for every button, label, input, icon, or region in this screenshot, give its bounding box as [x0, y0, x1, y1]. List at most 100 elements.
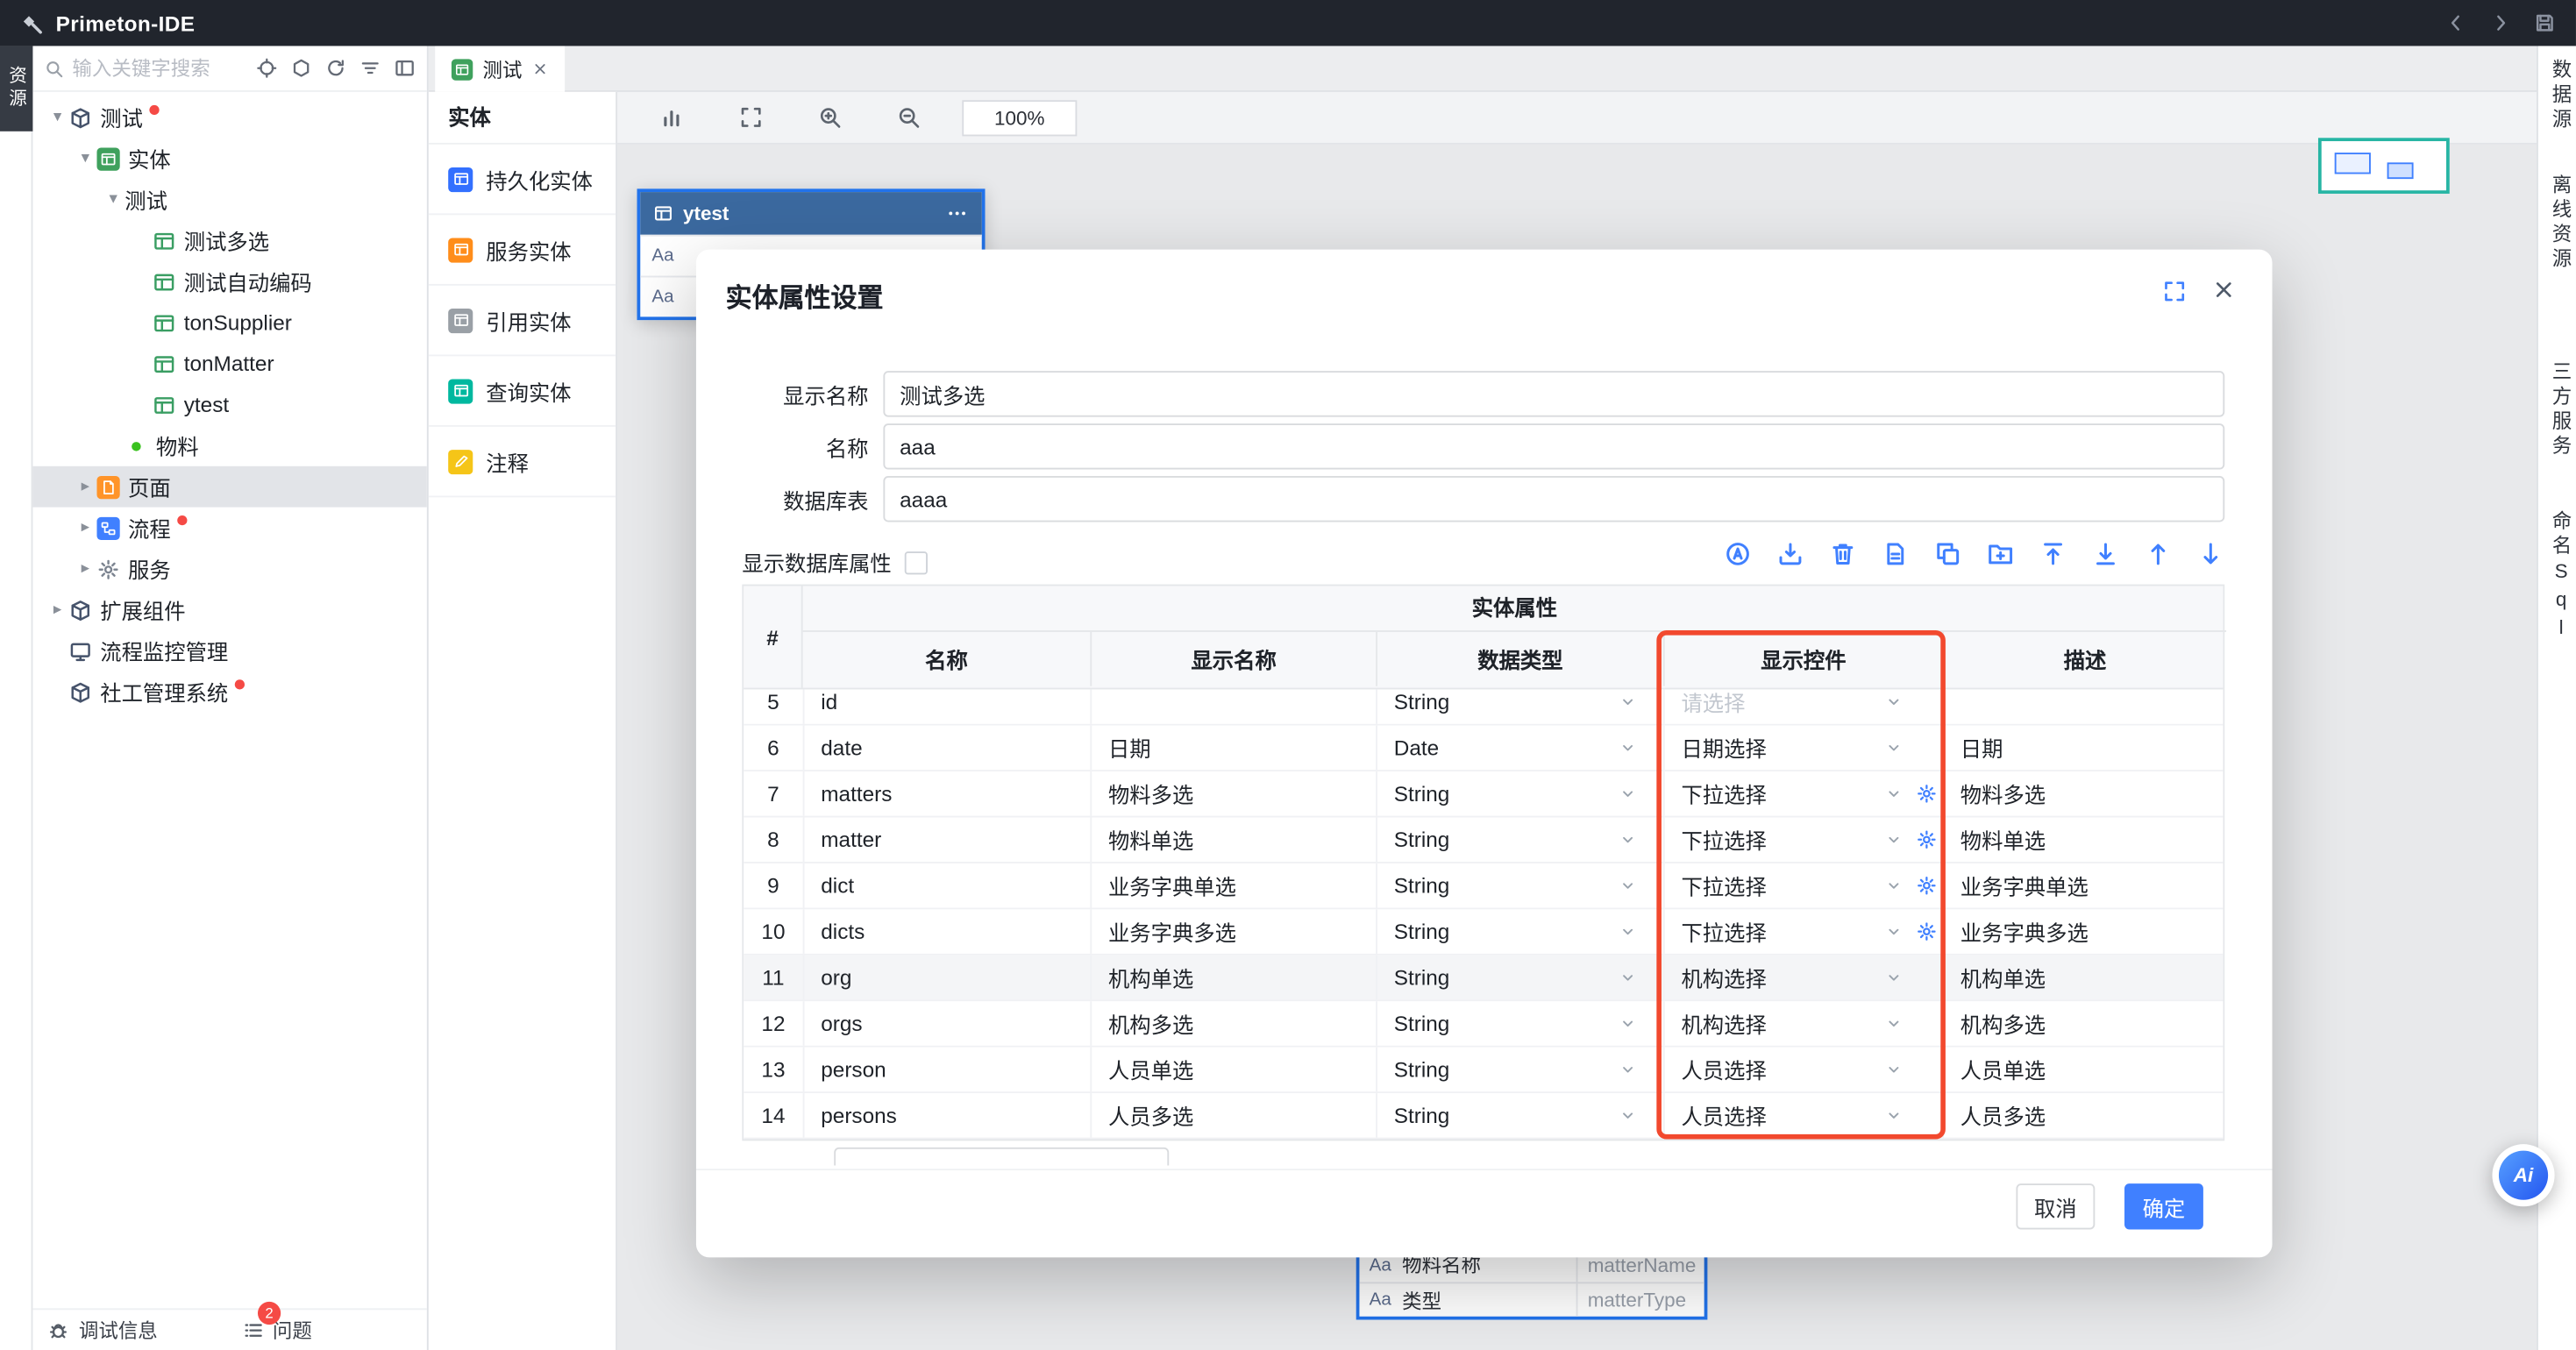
zoom-out-icon[interactable] — [896, 105, 921, 130]
dock-tab-1[interactable]: 离线资源 — [2548, 174, 2576, 272]
zoom-level[interactable]: 100% — [962, 99, 1077, 135]
layout-icon[interactable] — [394, 58, 415, 79]
caret-down-icon[interactable]: ▾ — [102, 190, 125, 209]
prop-name-cell[interactable]: date — [803, 726, 1091, 771]
prop-type-select[interactable]: String — [1376, 689, 1663, 723]
property-row[interactable]: 7 matters 物料多选 String 下拉选择 物料多选 — [744, 771, 2223, 817]
caret-down-icon[interactable]: ▾ — [74, 149, 96, 167]
display-name-input[interactable] — [883, 371, 2224, 416]
prop-type-select[interactable]: String — [1376, 863, 1663, 908]
refresh-icon[interactable] — [325, 58, 346, 79]
tree-item[interactable]: tonMatter — [32, 343, 426, 384]
prop-name-cell[interactable]: person — [803, 1048, 1091, 1092]
prop-name-cell[interactable]: dicts — [803, 909, 1091, 954]
move-up-icon[interactable] — [2144, 540, 2172, 568]
prop-display-cell[interactable]: 人员多选 — [1090, 1093, 1376, 1138]
dialog-fullscreen-icon[interactable] — [2162, 279, 2187, 303]
add-folder-icon[interactable] — [1987, 540, 2015, 568]
prop-display-cell[interactable]: 人员单选 — [1090, 1048, 1376, 1092]
property-row[interactable]: 12 orgs 机构多选 String 机构选择 机构多选 — [744, 1001, 2223, 1047]
prop-control-select[interactable]: 下拉选择 — [1663, 771, 1942, 816]
caret-down-icon[interactable]: ▾ — [46, 109, 68, 127]
prop-display-cell[interactable]: 业务字典多选 — [1090, 909, 1376, 954]
palette-item[interactable]: 查询实体 — [429, 356, 616, 427]
caret-right-icon[interactable]: ▸ — [46, 600, 68, 619]
move-bottom-icon[interactable] — [2092, 540, 2120, 568]
property-row[interactable]: 14 persons 人员多选 String 人员选择 人员多选 — [744, 1093, 2223, 1139]
ai-fill-icon[interactable] — [1724, 540, 1752, 568]
problems-button[interactable]: 问题 2 — [243, 1317, 312, 1345]
dock-tab-3[interactable]: 命名Sql — [2548, 510, 2576, 643]
ai-assistant-button[interactable]: Ai — [2492, 1144, 2554, 1206]
prop-control-select[interactable]: 机构选择 — [1663, 956, 1942, 1000]
filter-list-icon[interactable] — [359, 58, 381, 79]
prop-name-cell[interactable]: dict — [803, 863, 1091, 908]
tree-item[interactable]: ▾实体 — [32, 138, 426, 179]
prop-type-select[interactable]: String — [1376, 1048, 1663, 1092]
tree-item[interactable]: tonSupplier — [32, 302, 426, 344]
tree-item[interactable]: ▸服务 — [32, 548, 426, 589]
caret-right-icon[interactable]: ▸ — [74, 519, 96, 537]
prop-type-select[interactable]: String — [1376, 1093, 1663, 1138]
property-row[interactable]: 10 dicts 业务字典多选 String 下拉选择 业务字典多选 — [744, 909, 2223, 955]
detail-icon[interactable] — [1882, 540, 1910, 568]
import-icon[interactable] — [1776, 540, 1804, 568]
prop-name-cell[interactable]: id — [803, 689, 1091, 723]
prop-display-cell[interactable]: 物料多选 — [1090, 771, 1376, 816]
nav-forward-icon[interactable] — [2489, 11, 2512, 34]
zoom-in-icon[interactable] — [818, 105, 843, 130]
dialog-close-icon[interactable] — [2211, 277, 2236, 302]
prop-display-cell[interactable]: 机构多选 — [1090, 1001, 1376, 1046]
tree-item[interactable]: 测试自动编码 — [32, 261, 426, 302]
minimap[interactable] — [2318, 138, 2450, 194]
tree-item[interactable]: ytest — [32, 384, 426, 425]
copy-icon[interactable] — [1934, 540, 1962, 568]
hexagon-icon[interactable] — [290, 58, 311, 79]
caret-right-icon[interactable]: ▸ — [74, 478, 96, 496]
control-settings-gear-icon[interactable] — [1916, 920, 1937, 941]
prop-display-cell[interactable] — [1090, 689, 1376, 723]
prop-display-cell[interactable]: 业务字典单选 — [1090, 863, 1376, 908]
prop-type-select[interactable]: String — [1376, 771, 1663, 816]
tree-item[interactable]: ▸扩展组件 — [32, 589, 426, 630]
prop-name-cell[interactable]: matter — [803, 818, 1091, 863]
dock-tab-2[interactable]: 三方服务 — [2548, 361, 2576, 459]
prop-display-cell[interactable]: 日期 — [1090, 726, 1376, 771]
property-row[interactable]: 9 dict 业务字典单选 String 下拉选择 业务字典单选 — [744, 863, 2223, 909]
control-settings-gear-icon[interactable] — [1916, 783, 1937, 804]
prop-control-select[interactable]: 下拉选择 — [1663, 909, 1942, 954]
palette-item[interactable]: 服务实体 — [429, 215, 616, 286]
save-icon[interactable] — [2533, 11, 2556, 34]
cancel-button[interactable]: 取消 — [2016, 1183, 2095, 1229]
prop-name-cell[interactable]: org — [803, 956, 1091, 1000]
locate-icon[interactable] — [256, 58, 277, 79]
tree-item[interactable]: 社工管理系统 — [32, 671, 426, 713]
prop-control-select[interactable]: 请选择 — [1663, 689, 1942, 723]
control-settings-gear-icon[interactable] — [1916, 829, 1937, 850]
palette-item[interactable]: 持久化实体 — [429, 145, 616, 216]
chart-icon[interactable] — [660, 105, 685, 130]
prop-display-cell[interactable]: 物料单选 — [1090, 818, 1376, 863]
entity-menu-icon[interactable] — [946, 202, 969, 224]
move-top-icon[interactable] — [2039, 540, 2067, 568]
prop-control-select[interactable]: 人员选择 — [1663, 1093, 1942, 1138]
property-row[interactable]: 11 org 机构单选 String 机构选择 机构单选 — [744, 956, 2223, 1001]
resources-rail-tab[interactable]: 资源 — [0, 46, 32, 131]
tab-close-icon[interactable] — [532, 60, 549, 77]
palette-item[interactable]: 引用实体 — [429, 286, 616, 357]
property-row[interactable]: 5 id String 请选择 — [744, 689, 2223, 725]
move-down-icon[interactable] — [2196, 540, 2224, 568]
prop-type-select[interactable]: String — [1376, 956, 1663, 1000]
prop-name-cell[interactable]: matters — [803, 771, 1091, 816]
db-table-input[interactable] — [883, 476, 2224, 522]
property-row[interactable]: 6 date 日期 Date 日期选择 日期 — [744, 726, 2223, 771]
prop-control-select[interactable]: 下拉选择 — [1663, 818, 1942, 863]
prop-name-cell[interactable]: persons — [803, 1093, 1091, 1138]
dock-tab-0[interactable]: 数据源 — [2548, 59, 2576, 132]
clipped-input[interactable] — [834, 1148, 1169, 1166]
prop-control-select[interactable]: 日期选择 — [1663, 726, 1942, 771]
prop-control-select[interactable]: 下拉选择 — [1663, 863, 1942, 908]
nav-back-icon[interactable] — [2444, 11, 2467, 34]
debug-icon[interactable] — [47, 1319, 68, 1340]
tree-item[interactable]: ▸页面 — [32, 466, 426, 508]
